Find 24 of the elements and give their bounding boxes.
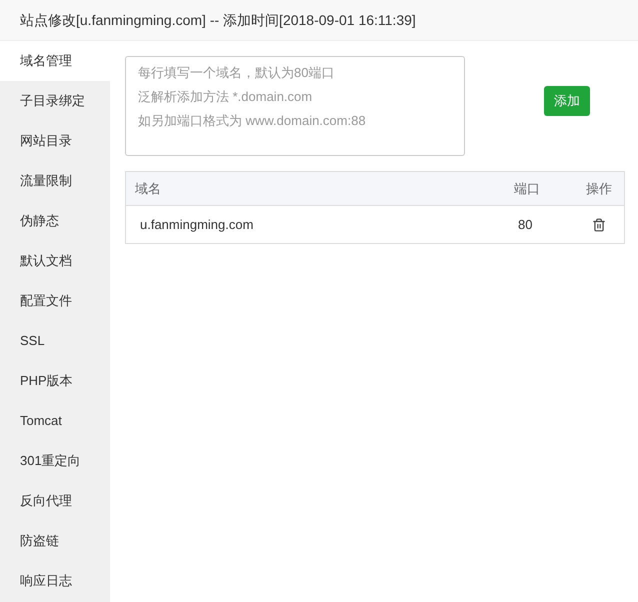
window-title: 站点修改[u.fanmingming.com] -- 添加时间[2018-09-01 16:11:39] (20, 10, 416, 30)
table-cell-text: 80 (517, 216, 534, 234)
column-header: 端口 (514, 180, 541, 198)
delete-icon[interactable] (592, 218, 606, 232)
sidebar-item[interactable]: 301重定向 (0, 441, 110, 481)
sidebar-item[interactable]: 默认文档 (0, 241, 110, 281)
sidebar-item[interactable]: 反向代理 (0, 481, 110, 521)
sidebar-item[interactable]: Tomcat (0, 401, 110, 441)
sidebar-item[interactable]: 子目录绑定 (0, 81, 110, 121)
sidebar-item[interactable]: 流量限制 (0, 161, 110, 201)
sidebar-item[interactable]: 响应日志 (0, 561, 110, 601)
sidebar-item[interactable]: 网站目录 (0, 121, 110, 161)
sidebar-item[interactable]: SSL (0, 321, 110, 361)
sidebar-item[interactable]: 配置文件 (0, 281, 110, 321)
hint-text: 每行填写一个域名，默认为80端口 (138, 64, 334, 82)
sidebar-item[interactable]: 防盗链 (0, 521, 110, 561)
sidebar-item[interactable]: 域名管理 (0, 41, 110, 81)
column-header: 域名 (134, 180, 162, 198)
sidebar-item[interactable]: PHP版本 (0, 361, 110, 401)
hint-text: 泛解析添加方法 *.domain.com (138, 88, 312, 106)
sidebar-item[interactable]: 伪静态 (0, 201, 110, 241)
hint-text: 如另加端口格式为 www.domain.com:88 (138, 112, 366, 130)
table-cell-text: u.fanmingming.com (139, 216, 254, 234)
column-header: 操作 (585, 180, 613, 198)
